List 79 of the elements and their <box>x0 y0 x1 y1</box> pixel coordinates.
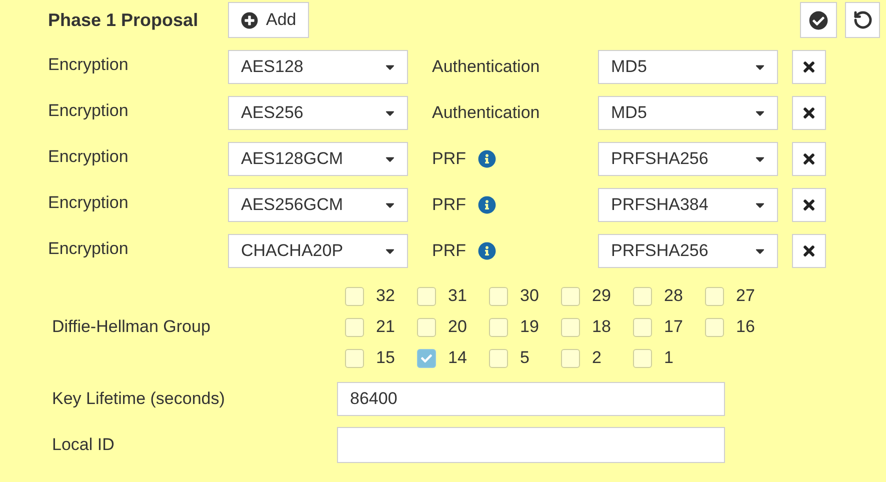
checkbox[interactable] <box>417 348 436 368</box>
field-label: Key Lifetime (seconds) <box>52 388 226 410</box>
dh-group-checkbox[interactable]: 17 <box>633 318 683 336</box>
checkbox[interactable] <box>633 286 652 306</box>
field-label: Authentication <box>432 102 540 124</box>
info-icon[interactable] <box>478 150 496 168</box>
authentication-select[interactable]: MD5 <box>598 96 778 130</box>
checkbox[interactable] <box>633 318 652 336</box>
encryption-select[interactable]: AES256 <box>228 96 408 130</box>
field-label: Authentication <box>432 56 540 78</box>
checkbox[interactable] <box>417 286 436 306</box>
dh-group-checkbox[interactable]: 2 <box>561 349 602 367</box>
field-label: PRF <box>432 148 466 170</box>
close-icon <box>801 151 817 167</box>
dh-group-checkbox[interactable]: 1 <box>633 349 674 367</box>
field-label: PRF <box>432 194 466 216</box>
dh-group-checkbox[interactable]: 15 <box>345 349 395 367</box>
apply-button[interactable] <box>800 2 837 38</box>
encryption-select[interactable]: CHACHA20P <box>228 234 408 268</box>
field-label: Encryption <box>48 54 130 76</box>
dh-group-checkbox[interactable]: 5 <box>489 349 530 367</box>
dh-group-checkbox[interactable]: 20 <box>417 318 467 336</box>
section-title: Phase 1 Proposal <box>48 8 200 32</box>
checkbox[interactable] <box>489 348 508 368</box>
checkbox[interactable] <box>561 286 580 306</box>
encryption-select[interactable]: AES128GCM <box>228 142 408 176</box>
dh-group-checkbox[interactable]: 28 <box>633 287 683 305</box>
field-label: Encryption <box>48 192 130 214</box>
local-id-input[interactable] <box>337 427 725 463</box>
dh-group-checkbox[interactable]: 31 <box>417 287 467 305</box>
add-button[interactable]: Add <box>228 2 310 38</box>
checkbox[interactable] <box>705 318 724 336</box>
encryption-select[interactable]: AES256GCM <box>228 188 408 222</box>
dh-group-checkbox[interactable]: 30 <box>489 287 539 305</box>
dh-group-checkbox[interactable]: 19 <box>489 318 539 336</box>
dh-group-checkbox[interactable]: 32 <box>345 287 395 305</box>
close-icon <box>801 243 817 259</box>
remove-button[interactable] <box>792 50 826 84</box>
field-label: Encryption <box>48 146 130 168</box>
authentication-select[interactable]: MD5 <box>598 50 778 84</box>
key-lifetime-input[interactable]: 86400 <box>337 382 725 416</box>
checkbox[interactable] <box>633 348 652 368</box>
field-label: Local ID <box>52 434 116 456</box>
remove-button[interactable] <box>792 188 826 222</box>
prf-select[interactable]: PRFSHA256 <box>598 142 778 176</box>
undo-icon <box>852 10 872 30</box>
checkbox[interactable] <box>345 348 364 368</box>
dh-group-checkbox[interactable]: 21 <box>345 318 395 336</box>
info-icon[interactable] <box>478 242 496 260</box>
field-label: Diffie-Hellman Group <box>52 316 212 338</box>
dh-group-checkbox[interactable]: 14 <box>417 349 467 367</box>
checkbox[interactable] <box>345 318 364 336</box>
dh-group-checkbox[interactable]: 27 <box>705 287 755 305</box>
info-icon[interactable] <box>478 196 496 214</box>
checkbox[interactable] <box>417 318 436 336</box>
dh-group-checkbox[interactable]: 16 <box>705 318 755 336</box>
dh-group-checkbox[interactable]: 18 <box>561 318 611 336</box>
remove-button[interactable] <box>792 142 826 176</box>
remove-button[interactable] <box>792 234 826 268</box>
prf-select[interactable]: PRFSHA256 <box>598 234 778 268</box>
checkbox[interactable] <box>489 286 508 306</box>
dh-group-checkbox[interactable]: 29 <box>561 287 611 305</box>
checkbox[interactable] <box>561 318 580 336</box>
field-label: PRF <box>432 240 466 262</box>
checkbox[interactable] <box>705 286 724 306</box>
field-label: Encryption <box>48 100 130 122</box>
checkbox[interactable] <box>489 318 508 336</box>
checkbox[interactable] <box>345 286 364 306</box>
close-icon <box>801 59 817 75</box>
reset-button[interactable] <box>845 2 880 38</box>
remove-button[interactable] <box>792 96 826 130</box>
close-icon <box>801 197 817 213</box>
checkbox[interactable] <box>561 348 580 368</box>
plus-icon <box>241 12 258 28</box>
prf-select[interactable]: PRFSHA384 <box>598 188 778 222</box>
encryption-select[interactable]: AES128 <box>228 50 408 84</box>
check-icon <box>421 352 432 364</box>
field-label: Encryption <box>48 238 130 260</box>
close-icon <box>801 105 817 121</box>
